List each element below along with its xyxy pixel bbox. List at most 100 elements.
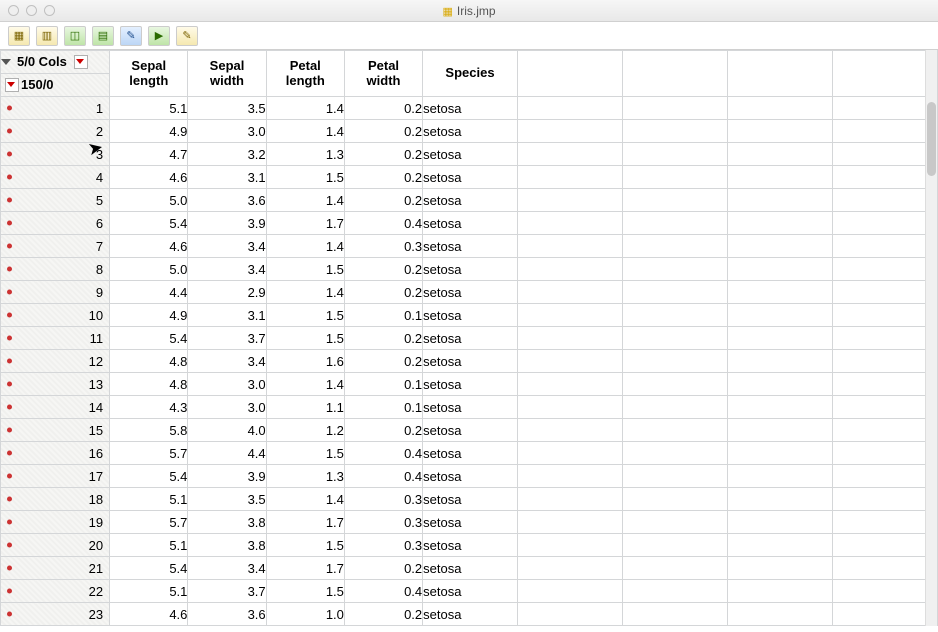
cell-species[interactable]: setosa (423, 557, 518, 580)
cell-petal-length[interactable]: 1.2 (266, 419, 344, 442)
cell-sepal-length[interactable]: 4.6 (110, 235, 188, 258)
cell-petal-length[interactable]: 1.5 (266, 580, 344, 603)
cell-sepal-width[interactable]: 3.7 (188, 327, 266, 350)
cell-sepal-length[interactable]: 5.1 (110, 534, 188, 557)
cell-empty[interactable] (517, 281, 622, 304)
cols-panel-header[interactable]: 5/0 Cols (1, 51, 110, 74)
cell-empty[interactable] (832, 212, 937, 235)
cell-petal-length[interactable]: 1.4 (266, 235, 344, 258)
table-row[interactable]: 44.63.11.50.2setosa (1, 166, 938, 189)
cell-species[interactable]: setosa (423, 212, 518, 235)
cell-species[interactable]: setosa (423, 534, 518, 557)
cell-petal-width[interactable]: 0.2 (344, 97, 422, 120)
cell-empty[interactable] (727, 488, 832, 511)
cell-species[interactable]: setosa (423, 465, 518, 488)
toolbar-axis-icon[interactable]: ✎ (120, 26, 142, 46)
cell-empty[interactable] (727, 419, 832, 442)
column-header-species[interactable]: Species (423, 51, 518, 97)
cell-empty[interactable] (517, 143, 622, 166)
cell-petal-width[interactable]: 0.2 (344, 557, 422, 580)
toolbar-run-icon[interactable]: ▶ (148, 26, 170, 46)
cell-empty[interactable] (727, 350, 832, 373)
cell-empty[interactable] (622, 281, 727, 304)
cell-species[interactable]: setosa (423, 281, 518, 304)
cell-empty[interactable] (517, 189, 622, 212)
cell-empty[interactable] (727, 120, 832, 143)
data-table[interactable]: 5/0 Cols Sepallength Sepalwidth Petallen… (0, 50, 938, 626)
table-row[interactable]: 65.43.91.70.4setosa (1, 212, 938, 235)
cell-species[interactable]: setosa (423, 120, 518, 143)
cell-petal-length[interactable]: 1.0 (266, 603, 344, 626)
cell-sepal-length[interactable]: 5.7 (110, 511, 188, 534)
cell-species[interactable]: setosa (423, 350, 518, 373)
cell-empty[interactable] (727, 212, 832, 235)
cell-petal-width[interactable]: 0.2 (344, 281, 422, 304)
cell-species[interactable]: setosa (423, 603, 518, 626)
cell-empty[interactable] (622, 189, 727, 212)
column-header-empty[interactable] (517, 51, 622, 97)
cell-petal-length[interactable]: 1.5 (266, 327, 344, 350)
cell-empty[interactable] (832, 396, 937, 419)
cell-sepal-width[interactable]: 3.6 (188, 189, 266, 212)
cell-sepal-length[interactable]: 4.8 (110, 373, 188, 396)
cell-sepal-length[interactable]: 4.3 (110, 396, 188, 419)
cell-petal-length[interactable]: 1.5 (266, 166, 344, 189)
cell-empty[interactable] (727, 143, 832, 166)
row-number-cell[interactable]: 9 (1, 281, 110, 304)
cell-empty[interactable] (622, 419, 727, 442)
table-row[interactable]: 134.83.01.40.1setosa (1, 373, 938, 396)
cell-sepal-width[interactable]: 3.5 (188, 488, 266, 511)
cell-sepal-width[interactable]: 3.0 (188, 396, 266, 419)
cell-petal-width[interactable]: 0.2 (344, 419, 422, 442)
cell-petal-width[interactable]: 0.2 (344, 189, 422, 212)
table-row[interactable]: 74.63.41.40.3setosa (1, 235, 938, 258)
cell-empty[interactable] (832, 488, 937, 511)
row-number-cell[interactable]: 17 (1, 465, 110, 488)
cell-petal-length[interactable]: 1.5 (266, 442, 344, 465)
cell-empty[interactable] (517, 258, 622, 281)
cell-sepal-width[interactable]: 3.8 (188, 511, 266, 534)
cell-empty[interactable] (517, 534, 622, 557)
cell-empty[interactable] (832, 304, 937, 327)
cell-empty[interactable] (727, 511, 832, 534)
cell-sepal-length[interactable]: 5.1 (110, 97, 188, 120)
cell-species[interactable]: setosa (423, 396, 518, 419)
cell-empty[interactable] (727, 235, 832, 258)
cell-empty[interactable] (727, 373, 832, 396)
cell-sepal-width[interactable]: 3.0 (188, 120, 266, 143)
cell-empty[interactable] (832, 373, 937, 396)
cell-sepal-length[interactable]: 5.8 (110, 419, 188, 442)
cell-petal-length[interactable]: 1.5 (266, 304, 344, 327)
row-number-cell[interactable]: 5 (1, 189, 110, 212)
cell-empty[interactable] (622, 557, 727, 580)
cell-empty[interactable] (517, 235, 622, 258)
cell-sepal-length[interactable]: 5.1 (110, 488, 188, 511)
cell-petal-length[interactable]: 1.4 (266, 373, 344, 396)
row-number-cell[interactable]: 1 (1, 97, 110, 120)
cell-sepal-width[interactable]: 3.8 (188, 534, 266, 557)
cell-empty[interactable] (832, 580, 937, 603)
cell-empty[interactable] (517, 488, 622, 511)
cell-petal-width[interactable]: 0.2 (344, 143, 422, 166)
table-row[interactable]: 205.13.81.50.3setosa (1, 534, 938, 557)
cell-species[interactable]: setosa (423, 327, 518, 350)
column-header-empty[interactable] (832, 51, 937, 97)
toolbar-edit-icon[interactable]: ✎ (176, 26, 198, 46)
column-header-empty[interactable] (622, 51, 727, 97)
cell-empty[interactable] (622, 304, 727, 327)
cell-petal-width[interactable]: 0.1 (344, 304, 422, 327)
cell-sepal-length[interactable]: 4.6 (110, 166, 188, 189)
cell-empty[interactable] (832, 534, 937, 557)
row-number-cell[interactable]: 18 (1, 488, 110, 511)
cell-empty[interactable] (517, 465, 622, 488)
toolbar-csv-icon[interactable]: ▤ (92, 26, 114, 46)
cell-sepal-width[interactable]: 3.9 (188, 212, 266, 235)
cell-empty[interactable] (622, 511, 727, 534)
cell-empty[interactable] (832, 97, 937, 120)
cell-empty[interactable] (622, 258, 727, 281)
cell-empty[interactable] (622, 235, 727, 258)
cell-sepal-length[interactable]: 5.0 (110, 258, 188, 281)
row-number-cell[interactable]: 7 (1, 235, 110, 258)
cell-empty[interactable] (622, 396, 727, 419)
cell-petal-length[interactable]: 1.6 (266, 350, 344, 373)
